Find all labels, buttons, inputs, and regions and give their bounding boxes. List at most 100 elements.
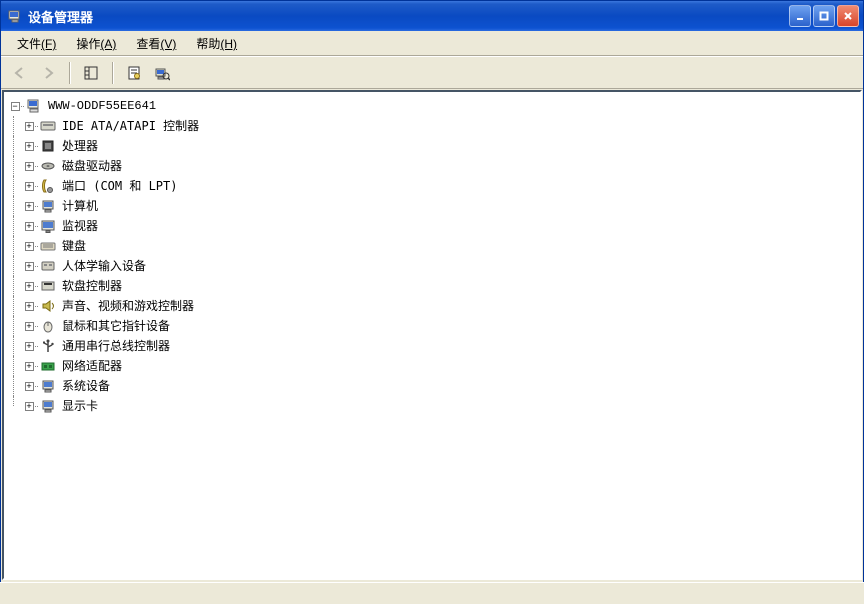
ide-controller-icon: [40, 118, 56, 134]
tree-expander[interactable]: +: [20, 236, 38, 256]
toolbar: [1, 57, 863, 89]
tree-category[interactable]: + 通用串行总线控制器: [6, 336, 858, 356]
tree-expander[interactable]: +: [20, 396, 38, 416]
window-title: 设备管理器: [28, 7, 789, 26]
properties-button[interactable]: [121, 60, 147, 86]
tree-expander[interactable]: +: [20, 256, 38, 276]
menubar: 文件(F) 操作(A) 查看(V) 帮助(H): [1, 31, 863, 57]
hid-icon: [40, 258, 56, 274]
expander-icon[interactable]: +: [25, 302, 34, 311]
usb-icon: [40, 338, 56, 354]
tree-category[interactable]: + 声音、视频和游戏控制器: [6, 296, 858, 316]
tree-category[interactable]: + 鼠标和其它指针设备: [6, 316, 858, 336]
device-manager-icon: [7, 8, 23, 24]
menu-help[interactable]: 帮助(H): [186, 32, 247, 55]
tree-category-label: 声音、视频和游戏控制器: [60, 296, 194, 316]
tree-category-label: 监视器: [60, 216, 98, 236]
tree-category-label: 键盘: [60, 236, 86, 256]
expander-icon[interactable]: +: [25, 322, 34, 331]
tree-root[interactable]: − WWW-ODDF55EE641: [6, 96, 858, 116]
tree-category[interactable]: + IDE ATA/ATAPI 控制器: [6, 116, 858, 136]
close-button[interactable]: [837, 5, 859, 27]
cpu-icon: [40, 138, 56, 154]
tree-category-label: 通用串行总线控制器: [60, 336, 170, 356]
tree-category[interactable]: + 端口 (COM 和 LPT): [6, 176, 858, 196]
tree-category-label: 端口 (COM 和 LPT): [60, 176, 177, 196]
expander-icon[interactable]: +: [25, 182, 34, 191]
tree-category[interactable]: + 软盘控制器: [6, 276, 858, 296]
tree-category[interactable]: + 磁盘驱动器: [6, 156, 858, 176]
device-tree[interactable]: − WWW-ODDF55EE641 + IDE ATA/ATAPI 控制器 + 处理器…: [2, 90, 862, 580]
toolbar-separator: [112, 62, 113, 84]
maximize-button[interactable]: [813, 5, 835, 27]
expander-icon[interactable]: +: [25, 202, 34, 211]
tree-category[interactable]: + 计算机: [6, 196, 858, 216]
tree-expander[interactable]: +: [20, 176, 38, 196]
expander-icon[interactable]: +: [25, 382, 34, 391]
tree-category-label: 磁盘驱动器: [60, 156, 122, 176]
tree-expander[interactable]: +: [20, 116, 38, 136]
tree-expander[interactable]: +: [20, 216, 38, 236]
expander-icon[interactable]: −: [11, 102, 20, 111]
tree-category[interactable]: + 人体学输入设备: [6, 256, 858, 276]
network-adapter-icon: [40, 358, 56, 374]
tree-category-label: 软盘控制器: [60, 276, 122, 296]
expander-icon[interactable]: +: [25, 262, 34, 271]
show-hide-tree-button[interactable]: [78, 60, 104, 86]
tree-expander[interactable]: +: [20, 296, 38, 316]
tree-expander[interactable]: +: [20, 276, 38, 296]
tree-category-label: 系统设备: [60, 376, 110, 396]
toolbar-separator: [69, 62, 70, 84]
expander-icon[interactable]: +: [25, 142, 34, 151]
titlebar: 设备管理器: [1, 1, 863, 31]
tree-category-label: 鼠标和其它指针设备: [60, 316, 170, 336]
expander-icon[interactable]: +: [25, 122, 34, 131]
expander-icon[interactable]: +: [25, 282, 34, 291]
mouse-icon: [40, 318, 56, 334]
floppy-controller-icon: [40, 278, 56, 294]
tree-category-label: 人体学输入设备: [60, 256, 146, 276]
tree-category[interactable]: + 网络适配器: [6, 356, 858, 376]
disk-drive-icon: [40, 158, 56, 174]
system-device-icon: [40, 378, 56, 394]
tree-expander[interactable]: +: [20, 136, 38, 156]
tree-expander[interactable]: +: [20, 156, 38, 176]
tree-root-label: WWW-ODDF55EE641: [46, 96, 156, 116]
tree-category-label: 显示卡: [60, 396, 98, 416]
expander-icon[interactable]: +: [25, 362, 34, 371]
scan-hardware-button[interactable]: [149, 60, 175, 86]
menu-view[interactable]: 查看(V): [126, 32, 186, 55]
statusbar: [0, 582, 864, 604]
menu-action[interactable]: 操作(A): [66, 32, 126, 55]
tree-category[interactable]: + 处理器: [6, 136, 858, 156]
tree-expander[interactable]: +: [20, 316, 38, 336]
tree-category[interactable]: + 显示卡: [6, 396, 858, 416]
sound-icon: [40, 298, 56, 314]
tree-expander[interactable]: +: [20, 376, 38, 396]
keyboard-icon: [40, 238, 56, 254]
tree-expander[interactable]: +: [20, 336, 38, 356]
tree-category-label: 计算机: [60, 196, 98, 216]
minimize-button[interactable]: [789, 5, 811, 27]
tree-category[interactable]: + 监视器: [6, 216, 858, 236]
tree-expander[interactable]: +: [20, 196, 38, 216]
nav-forward-button[interactable]: [35, 60, 61, 86]
menu-file[interactable]: 文件(F): [7, 32, 66, 55]
expander-icon[interactable]: +: [25, 242, 34, 251]
port-icon: [40, 178, 56, 194]
expander-icon[interactable]: +: [25, 342, 34, 351]
computer-node-icon: [40, 198, 56, 214]
tree-category[interactable]: + 系统设备: [6, 376, 858, 396]
expander-icon[interactable]: +: [25, 402, 34, 411]
nav-back-button[interactable]: [7, 60, 33, 86]
display-adapter-icon: [40, 398, 56, 414]
tree-expander[interactable]: +: [20, 356, 38, 376]
tree-category-label: IDE ATA/ATAPI 控制器: [60, 116, 199, 136]
monitor-icon: [40, 218, 56, 234]
expander-icon[interactable]: +: [25, 162, 34, 171]
tree-category[interactable]: + 键盘: [6, 236, 858, 256]
tree-category-label: 网络适配器: [60, 356, 122, 376]
computer-icon: [26, 98, 42, 114]
expander-icon[interactable]: +: [25, 222, 34, 231]
tree-category-label: 处理器: [60, 136, 98, 156]
